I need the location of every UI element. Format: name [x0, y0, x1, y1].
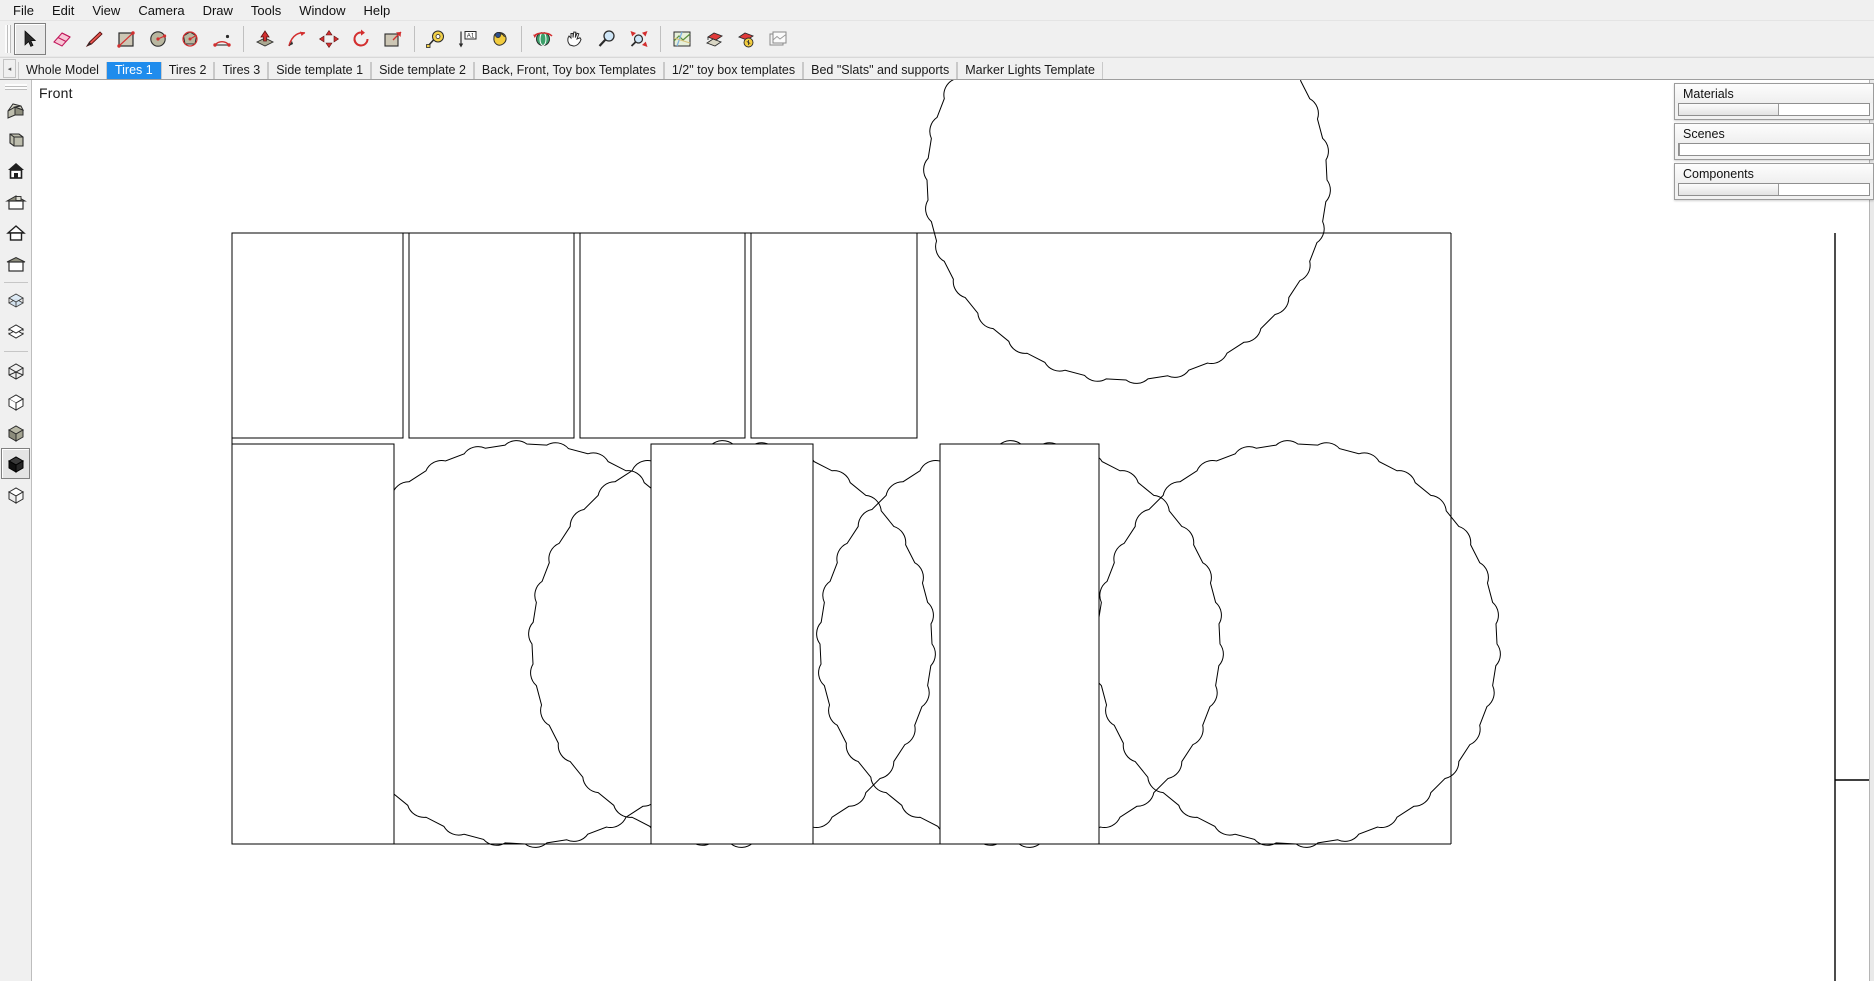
pushpull-tool[interactable] [249, 23, 281, 55]
template-panel-rect [408, 232, 575, 439]
front-view-icon[interactable] [1, 155, 30, 186]
menu-bar: File Edit View Camera Draw Tools Window Help [0, 0, 1874, 21]
menu-item-help[interactable]: Help [355, 1, 400, 20]
select-arrow-tool[interactable] [14, 23, 46, 55]
rectangle-tool[interactable] [110, 23, 142, 55]
shaded-style-icon[interactable] [1, 417, 30, 448]
monochrome-style-icon[interactable] [1, 479, 30, 510]
share-model-warehouse-tool[interactable] [730, 23, 762, 55]
template-panel-rect [231, 443, 395, 845]
scene-tab-1-2-toy-box-templates[interactable]: 1/2" toy box templates [663, 62, 804, 79]
left-toolbar-drag-handle[interactable] [4, 84, 27, 90]
views-and-styles-toolbar [0, 80, 32, 981]
zoom-extents-tool[interactable] [623, 23, 655, 55]
pencil-line-tool[interactable] [78, 23, 110, 55]
scenes-tray-scrollbar[interactable] [1678, 143, 1870, 156]
scene-tab-bar: ◂ Whole Model Tires 1 Tires 2 Tires 3 Side t… [0, 58, 1874, 80]
iso-view-icon[interactable] [1, 93, 30, 124]
scene-tab-side-template-2[interactable]: Side template 2 [371, 62, 474, 79]
toolbar-separator [414, 26, 415, 52]
template-panel-rect [231, 232, 404, 439]
materials-tray-title: Materials [1675, 84, 1873, 103]
scalloped-tire-outline [1093, 440, 1501, 848]
left-toolbar-separator [3, 282, 28, 283]
scalloped-tire-outline [923, 80, 1331, 384]
hidden-line-style-icon[interactable] [1, 386, 30, 417]
menu-item-view[interactable]: View [83, 1, 129, 20]
tray-dock-edge[interactable] [1869, 80, 1874, 981]
wireframe-style-icon[interactable] [1, 355, 30, 386]
scene-tab-whole-model[interactable]: Whole Model [18, 62, 107, 79]
menu-item-tools[interactable]: Tools [242, 1, 290, 20]
scene-tab-side-template-1[interactable]: Side template 1 [268, 62, 372, 79]
materials-tray[interactable]: Materials [1674, 83, 1874, 120]
scene-tab-tires-3[interactable]: Tires 3 [214, 62, 269, 79]
left-view-icon[interactable] [1, 248, 30, 279]
template-panel-rect [750, 232, 918, 439]
get-models-3d-warehouse-tool[interactable] [698, 23, 730, 55]
move-tool[interactable] [313, 23, 345, 55]
scenes-tray[interactable]: Scenes [1674, 123, 1874, 160]
main-toolbar: A1 [0, 21, 1874, 58]
xray-style-icon[interactable] [1, 286, 30, 317]
circle-tool[interactable] [142, 23, 174, 55]
menu-item-camera[interactable]: Camera [129, 1, 193, 20]
orbit-tool[interactable] [527, 23, 559, 55]
geo-location-map-tool[interactable] [666, 23, 698, 55]
dimension-tool[interactable]: A1 [452, 23, 484, 55]
svg-text:A1: A1 [467, 32, 475, 39]
template-panel-rect [579, 232, 746, 439]
shaded-with-textures-style-icon[interactable] [1, 448, 30, 479]
menu-item-edit[interactable]: Edit [43, 1, 83, 20]
paint-bucket-tool[interactable] [484, 23, 516, 55]
docked-trays: Materials Scenes Components [1674, 83, 1874, 200]
menu-item-draw[interactable]: Draw [194, 1, 242, 20]
photo-textures-tool[interactable] [762, 23, 794, 55]
toolbar-drag-handle[interactable] [5, 25, 11, 53]
scene-tab-marker-lights-template[interactable]: Marker Lights Template [957, 62, 1103, 79]
scenes-tray-scrollbar-thumb[interactable] [1679, 144, 1680, 155]
workspace: Front Materials Scenes Components [0, 80, 1874, 981]
toolbar-separator [243, 26, 244, 52]
menu-item-file[interactable]: File [4, 1, 43, 20]
rotate-tool[interactable] [345, 23, 377, 55]
scene-tab-bed-slats-and-supports[interactable]: Bed "Slats" and supports [803, 62, 958, 79]
toolbar-separator [521, 26, 522, 52]
components-tray-scrollbar[interactable] [1678, 183, 1870, 196]
components-tray[interactable]: Components [1674, 163, 1874, 200]
model-drawing-canvas[interactable]: Front [32, 80, 1874, 981]
scene-tab-tires-1[interactable]: Tires 1 [106, 62, 161, 79]
zoom-magnifier-tool[interactable] [591, 23, 623, 55]
components-tray-scrollbar-thumb[interactable] [1679, 184, 1779, 195]
tape-measure-tool[interactable] [420, 23, 452, 55]
template-panel-rect [650, 443, 814, 845]
eraser-tool[interactable] [46, 23, 78, 55]
materials-tray-scrollbar-thumb[interactable] [1679, 104, 1779, 115]
template-panel-rect [939, 443, 1100, 845]
left-toolbar-separator [3, 351, 28, 352]
arc-tool[interactable] [206, 23, 238, 55]
back-edges-style-icon[interactable] [1, 317, 30, 348]
right-view-icon[interactable] [1, 186, 30, 217]
scene-tab-tires-2[interactable]: Tires 2 [160, 62, 215, 79]
materials-tray-scrollbar[interactable] [1678, 103, 1870, 116]
scenes-tray-title: Scenes [1675, 124, 1873, 143]
scene-tab-back-front-toy-box-templates[interactable]: Back, Front, Toy box Templates [473, 62, 664, 79]
status-bar [0, 981, 1874, 1002]
back-view-icon[interactable] [1, 217, 30, 248]
toolbar-separator [660, 26, 661, 52]
followme-tool[interactable] [281, 23, 313, 55]
components-tray-title: Components [1675, 164, 1873, 183]
template-linework [231, 80, 1874, 981]
offset-tool[interactable] [377, 23, 409, 55]
tab-scroll-left-button[interactable]: ◂ [3, 59, 16, 78]
top-view-icon[interactable] [1, 124, 30, 155]
polygon-tool[interactable] [174, 23, 206, 55]
pan-hand-tool[interactable] [559, 23, 591, 55]
menu-item-window[interactable]: Window [290, 1, 354, 20]
